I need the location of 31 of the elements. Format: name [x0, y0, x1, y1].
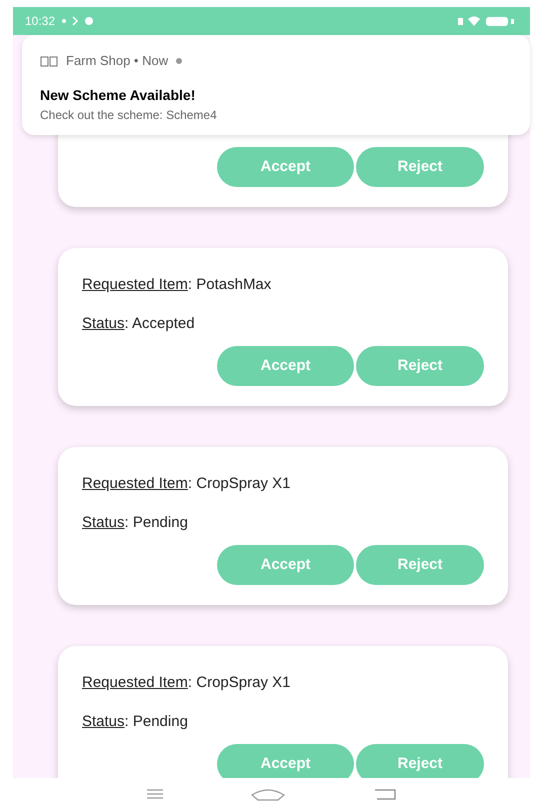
- menu-icon[interactable]: [146, 788, 162, 800]
- notification-title: New Scheme Available!: [40, 86, 196, 104]
- field-label: Requested Item: [82, 673, 188, 693]
- status-time: 10:32: [25, 13, 56, 30]
- back-icon[interactable]: [372, 788, 396, 800]
- reject-button[interactable]: Reject: [356, 744, 484, 778]
- app-icon: [40, 54, 58, 67]
- field-value: : Pending: [124, 712, 188, 732]
- accept-button[interactable]: Accept: [217, 346, 354, 386]
- accept-button[interactable]: Accept: [217, 744, 354, 778]
- field-label: Status: [82, 512, 125, 532]
- reject-button[interactable]: Reject: [356, 147, 484, 187]
- field-label: Requested Item: [82, 474, 188, 494]
- home-icon[interactable]: [250, 787, 286, 801]
- accept-button[interactable]: Accept: [217, 147, 354, 187]
- field-value: : CropSpray X1: [188, 474, 290, 494]
- reject-button[interactable]: Reject: [356, 346, 484, 386]
- field-label: Status: [82, 712, 125, 732]
- notification-source: Farm Shop • Now: [66, 52, 168, 70]
- notification-card[interactable]: Farm Shop • Now New Scheme Available! Check out the scheme: Scheme4: [22, 35, 530, 135]
- field-value: : Pending: [124, 512, 188, 532]
- accept-button[interactable]: Accept: [217, 545, 354, 585]
- notification-body: Check out the scheme: Scheme4: [40, 106, 218, 124]
- dot-icon: [176, 58, 182, 64]
- reject-button[interactable]: Reject: [356, 545, 484, 585]
- field-value: : Accepted: [124, 314, 195, 334]
- field-value: : CropSpray X1: [188, 673, 290, 693]
- field-label: Status: [82, 314, 125, 334]
- field-value: : PotashMax: [188, 275, 272, 295]
- field-label: Requested Item: [82, 275, 188, 295]
- notification-icons: [61, 16, 96, 26]
